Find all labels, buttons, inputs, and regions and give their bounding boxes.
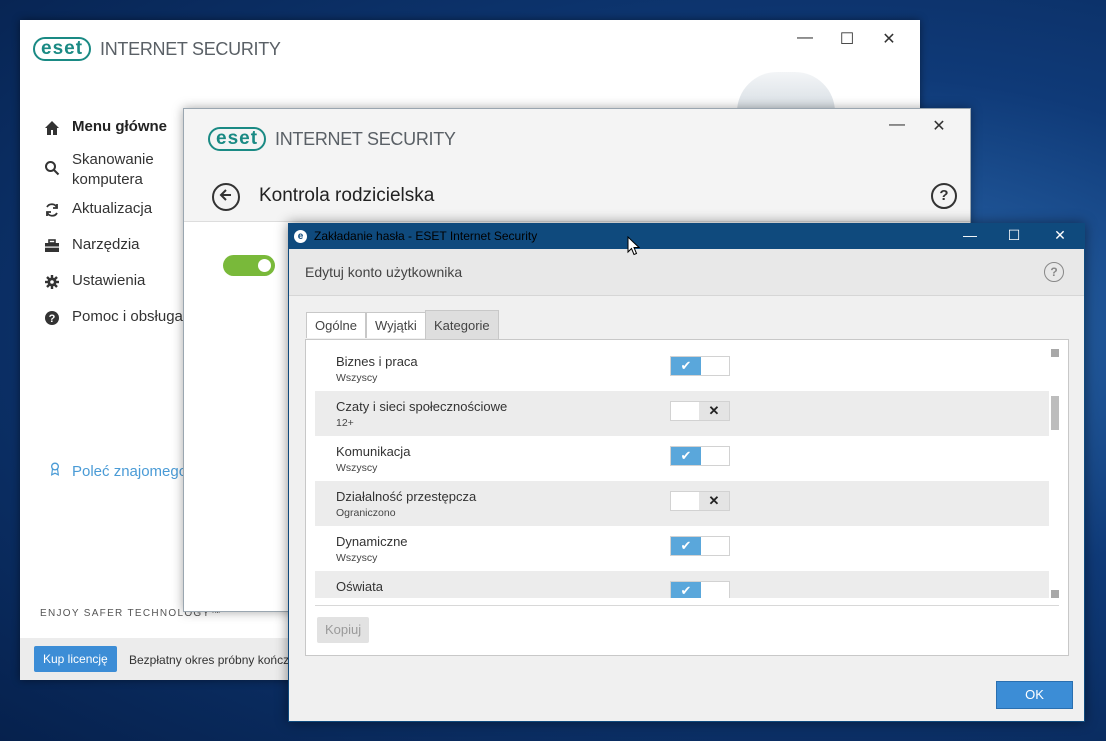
- check-icon: ✔: [671, 582, 701, 598]
- categories-panel: Biznes i praca Wszyscy ✔ Czaty i sieci s…: [305, 339, 1069, 656]
- check-icon: ✔: [671, 357, 701, 375]
- copy-button[interactable]: Kopiuj: [317, 617, 370, 643]
- eset-app-icon: e: [294, 230, 307, 243]
- close-button[interactable]: ✕: [1045, 227, 1075, 244]
- home-icon: [42, 118, 62, 138]
- check-icon: ✔: [671, 447, 701, 465]
- nav-label: Pomoc i obsługa: [72, 308, 183, 325]
- category-name: Biznes i praca: [336, 354, 418, 369]
- dialog-title: Zakładanie hasła - ESET Internet Securit…: [314, 229, 538, 243]
- close-button[interactable]: ✕: [873, 29, 905, 49]
- nav-item-home[interactable]: Menu główne: [42, 118, 167, 138]
- category-name: Komunikacja: [336, 444, 411, 459]
- recommend-label: Poleć znajomego: [72, 462, 188, 480]
- ok-button[interactable]: OK: [996, 681, 1073, 709]
- category-toggle[interactable]: ✔: [670, 536, 730, 556]
- maximize-button[interactable]: ☐: [831, 29, 863, 49]
- category-toggle[interactable]: ✕: [670, 401, 730, 421]
- cross-icon: ✕: [699, 492, 729, 510]
- category-name: Oświata: [336, 579, 383, 594]
- help-icon: ?: [42, 308, 62, 328]
- category-age: Wszyscy: [336, 372, 378, 384]
- scrollbar-thumb[interactable]: [1051, 396, 1059, 430]
- help-button[interactable]: ?: [931, 183, 957, 209]
- dialog-subtitle: Edytuj konto użytkownika: [305, 264, 463, 280]
- help-button[interactable]: ?: [1044, 262, 1064, 282]
- main-logo: eset INTERNET SECURITY: [33, 37, 281, 61]
- category-list: Biznes i praca Wszyscy ✔ Czaty i sieci s…: [306, 346, 1066, 598]
- nav-label: Narzędzia: [72, 236, 140, 253]
- minimize-button[interactable]: —: [789, 29, 821, 47]
- tab-general[interactable]: Ogólne: [306, 312, 366, 338]
- category-toggle[interactable]: ✔: [670, 356, 730, 376]
- edit-account-dialog: e Zakładanie hasła - ESET Internet Secur…: [288, 223, 1085, 722]
- nav-item-help[interactable]: ? Pomoc i obsługa: [42, 308, 183, 328]
- parental-control-toggle[interactable]: [223, 255, 275, 276]
- category-row: Komunikacja Wszyscy ✔: [315, 436, 1049, 481]
- nav-item-settings[interactable]: Ustawienia: [42, 272, 145, 292]
- close-button[interactable]: ✕: [923, 116, 955, 136]
- category-toggle[interactable]: ✔: [670, 446, 730, 466]
- category-row: Dynamiczne Wszyscy ✔: [315, 526, 1049, 571]
- trial-status-text: Bezpłatny okres próbny kończy: [129, 653, 296, 667]
- scrollbar[interactable]: [1049, 340, 1061, 598]
- nav-label: Ustawienia: [72, 272, 146, 289]
- category-toggle[interactable]: ✕: [670, 491, 730, 511]
- svg-text:?: ?: [49, 313, 56, 325]
- nav-label: Menu główne: [72, 118, 167, 135]
- scroll-up-icon[interactable]: [1051, 349, 1059, 357]
- category-toggle[interactable]: ✔: [670, 581, 730, 598]
- category-row: Biznes i praca Wszyscy ✔: [315, 346, 1049, 391]
- nav-item-update[interactable]: Aktualizacja: [42, 200, 152, 220]
- category-name: Działalność przestępcza: [336, 489, 477, 504]
- nav-item-tools[interactable]: Narzędzia: [42, 236, 140, 256]
- divider: [315, 605, 1059, 606]
- search-icon: [42, 158, 62, 178]
- category-age: Wszyscy: [336, 462, 378, 474]
- parental-logo: eset INTERNET SECURITY: [208, 127, 456, 151]
- category-row: Oświata ✔: [315, 571, 1049, 598]
- category-row: Czaty i sieci społecznościowe 12+ ✕: [315, 391, 1049, 436]
- nav-item-scan[interactable]: Skanowanie komputera: [42, 150, 182, 190]
- product-name: INTERNET SECURITY: [100, 38, 281, 59]
- page-title: Kontrola rodzicielska: [259, 185, 435, 206]
- tab-exceptions[interactable]: Wyjątki: [366, 312, 426, 338]
- arrow-left-icon: [219, 188, 233, 207]
- recommend-friend-link[interactable]: Poleć znajomego: [50, 462, 187, 480]
- refresh-icon: [42, 200, 62, 220]
- check-icon: ✔: [671, 537, 701, 555]
- minimize-button[interactable]: —: [881, 116, 913, 134]
- award-icon: [50, 462, 60, 480]
- gear-icon: [42, 272, 62, 292]
- back-button[interactable]: [212, 183, 240, 211]
- scroll-down-icon[interactable]: [1051, 590, 1059, 598]
- mouse-cursor: [627, 235, 641, 261]
- cross-icon: ✕: [699, 402, 729, 420]
- minimize-button[interactable]: —: [955, 227, 985, 243]
- category-row: Działalność przestępcza Ograniczono ✕: [315, 481, 1049, 526]
- maximize-button[interactable]: ☐: [999, 227, 1029, 244]
- eset-logo: eset: [33, 37, 92, 61]
- category-age: 12+: [336, 417, 354, 429]
- category-name: Czaty i sieci społecznościowe: [336, 399, 508, 414]
- category-name: Dynamiczne: [336, 534, 408, 549]
- nav-label: Aktualizacja: [72, 200, 153, 217]
- product-name: INTERNET SECURITY: [275, 128, 456, 149]
- eset-logo: eset: [208, 127, 267, 151]
- toolbox-icon: [42, 236, 62, 256]
- tab-categories[interactable]: Kategorie: [425, 310, 499, 339]
- nav-label: Skanowanie komputera: [72, 151, 154, 188]
- category-age: Ograniczono: [336, 507, 396, 519]
- mascot-image: [737, 72, 835, 112]
- category-age: Wszyscy: [336, 552, 378, 564]
- buy-license-button[interactable]: Kup licencję: [34, 646, 117, 672]
